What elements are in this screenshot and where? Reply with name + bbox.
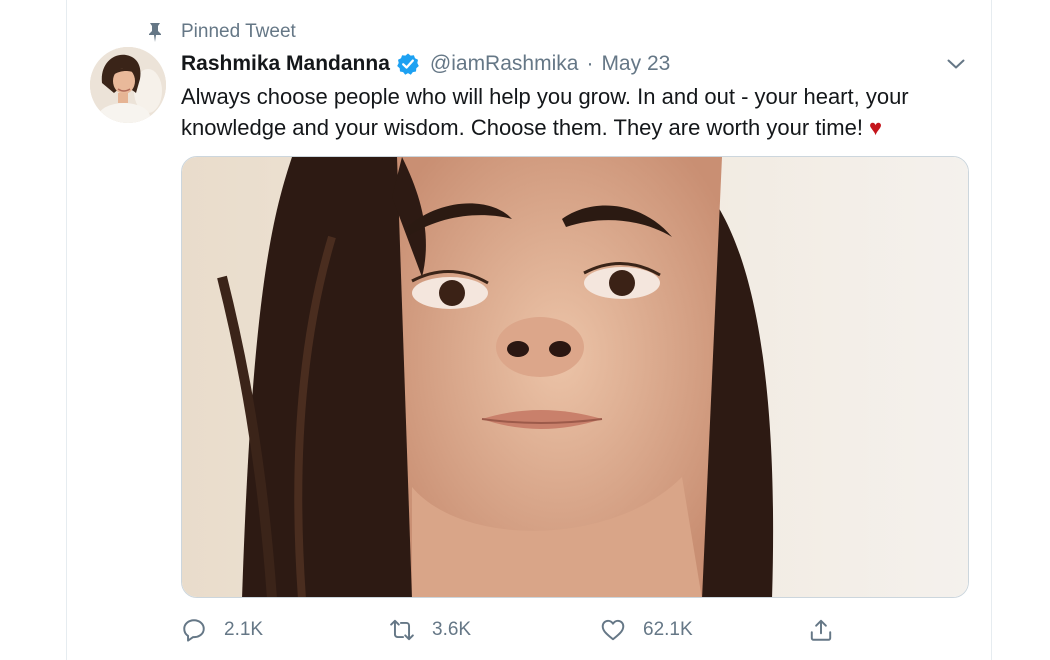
timeline-left-border <box>66 0 67 660</box>
avatar[interactable] <box>90 47 166 123</box>
pinned-tweet-label: Pinned Tweet <box>181 21 296 42</box>
chevron-down-icon[interactable] <box>944 52 968 76</box>
retweet-button[interactable]: 3.6K <box>389 614 471 646</box>
reply-button[interactable]: 2.1K <box>181 614 263 646</box>
retweet-icon <box>390 619 414 641</box>
tweet-text-content: Always choose people who will help you g… <box>181 84 909 140</box>
verified-badge-icon <box>397 53 419 75</box>
like-count: 62.1K <box>643 619 693 640</box>
pin-icon <box>149 23 161 42</box>
tweet-actions: 2.1K 3.6K 62.1K <box>181 610 881 650</box>
author-name[interactable]: Rashmika Mandanna <box>181 52 390 76</box>
tweet-header: Rashmika Mandanna @iamRashmika · May 23 <box>181 48 670 80</box>
red-heart-emoji: ♥ <box>869 115 883 140</box>
tweet-photo[interactable] <box>181 156 969 598</box>
separator-dot: · <box>586 52 594 75</box>
reply-icon <box>183 619 205 642</box>
author-handle[interactable]: @iamRashmika <box>430 52 579 76</box>
like-button[interactable]: 62.1K <box>600 614 693 646</box>
timeline-right-border <box>991 0 992 660</box>
share-button[interactable] <box>808 614 834 646</box>
reply-count: 2.1K <box>224 619 264 640</box>
tweet-text: Always choose people who will help you g… <box>181 81 971 143</box>
share-icon <box>810 619 832 641</box>
tweet-date[interactable]: May 23 <box>601 52 670 76</box>
retweet-count: 3.6K <box>432 619 472 640</box>
heart-icon <box>601 619 625 641</box>
